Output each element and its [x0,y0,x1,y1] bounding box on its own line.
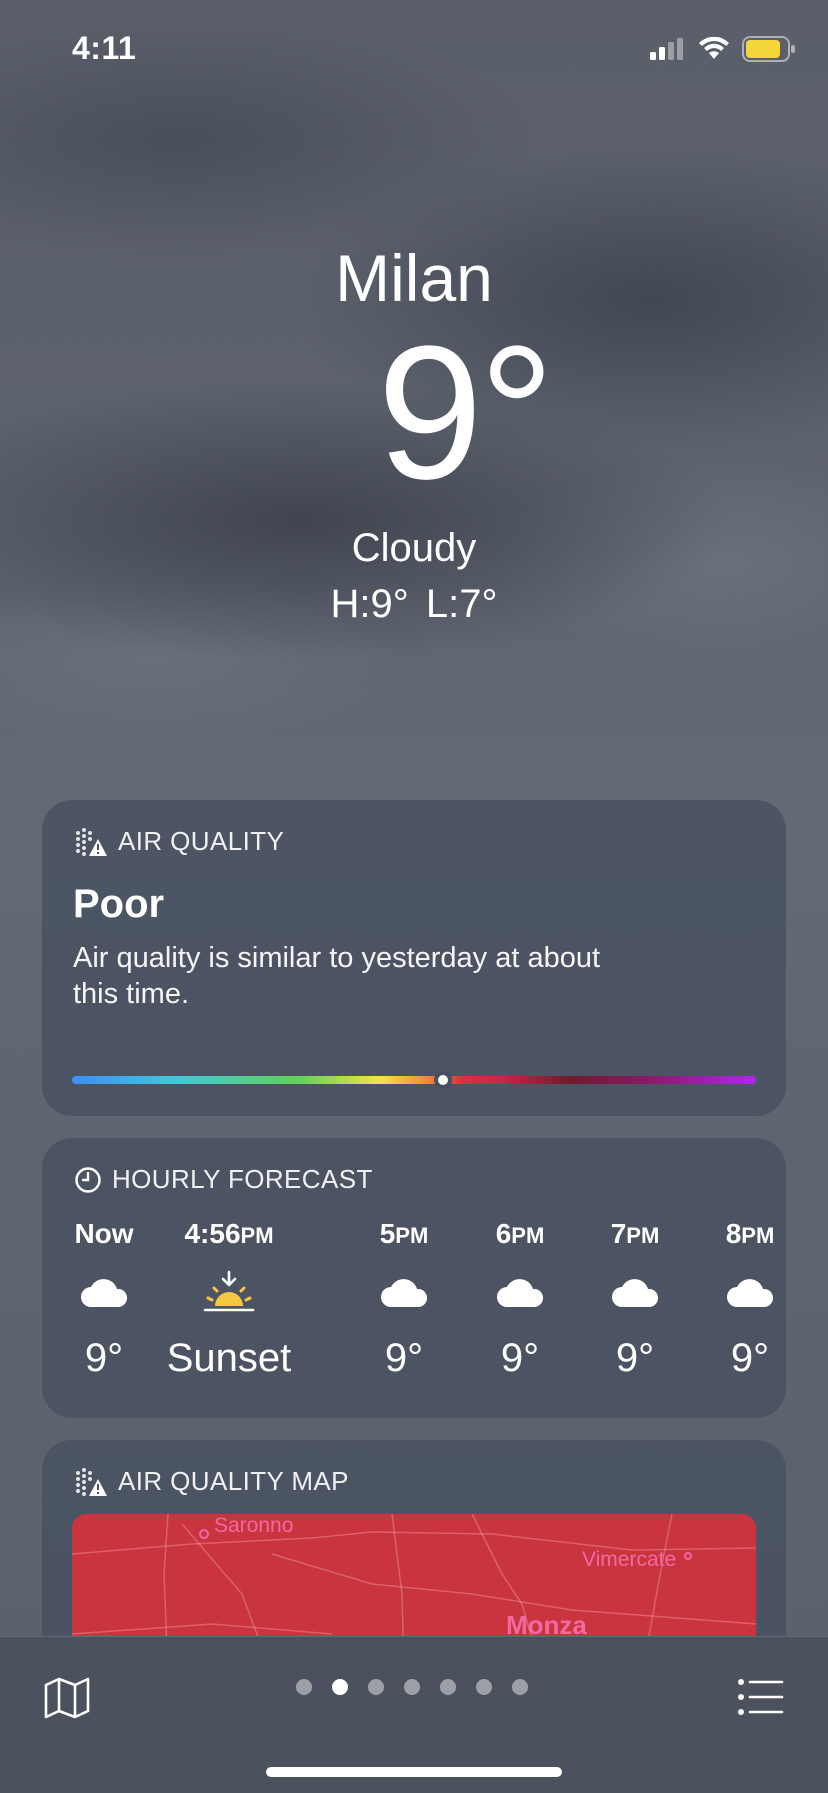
hour-time: 5PM [379,1218,429,1249]
hour-temp: 9° [615,1336,655,1380]
air-quality-map-title: AIR QUALITY MAP [118,1466,349,1496]
status-time: 4:11 [72,30,137,66]
hour-time: 4:56PM [184,1218,274,1249]
page-dot[interactable] [512,1679,528,1695]
page-dot-active[interactable] [332,1679,348,1695]
current-temperature: 9° [377,307,555,519]
hour-temp: Sunset [166,1336,292,1380]
wifi-icon [699,37,729,59]
page-dot[interactable] [404,1679,420,1695]
clock-icon [75,1166,101,1193]
air-quality-icon [76,827,107,856]
battery-icon [742,36,795,62]
hour-item-now: Now 9° [54,1218,154,1381]
signal-icon [650,38,683,60]
air-quality-icon [76,1467,107,1496]
hour-item-6pm: 6PM 9° [470,1218,570,1381]
home-indicator[interactable] [266,1767,562,1777]
map-icon[interactable] [44,1677,90,1719]
air-quality-title: AIR QUALITY [118,826,285,856]
page-dot[interactable] [368,1679,384,1695]
hour-temp: 9° [730,1336,770,1380]
condition-text: Cloudy [351,526,477,570]
page-indicator[interactable] [296,1679,528,1695]
hour-temp: 9° [84,1336,124,1380]
cloud-icon [497,1279,544,1307]
city-name: Milan [335,241,493,315]
cloud-icon [612,1279,659,1307]
hourly-forecast-title: HOURLY FORECAST [112,1164,373,1194]
page-dot[interactable] [296,1679,312,1695]
hour-time: 8PM [725,1218,775,1249]
hour-item-7pm: 7PM 9° [585,1218,685,1381]
status-icons [650,36,796,62]
hour-item-5pm: 5PM 9° [354,1218,454,1381]
hour-temp: 9° [384,1336,424,1380]
hour-item-sunset: 4:56PM Sunset [144,1218,314,1381]
map-label-vimercate: Vimercate [582,1548,677,1571]
map-label-saronno: Saronno [214,1514,294,1537]
hour-temp: 9° [500,1336,540,1380]
air-quality-scale [72,1076,756,1084]
air-quality-indicator [434,1071,452,1089]
high-low-temps: H:9° L:7° [330,582,498,626]
air-quality-level: Poor [73,882,165,926]
bottom-toolbar [0,1636,828,1793]
cloud-icon [381,1279,428,1307]
cloud-icon [81,1279,128,1307]
hourly-forecast-header: HOURLY FORECAST [74,1164,373,1195]
hourly-forecast-card[interactable]: HOURLY FORECAST Now 9° 4:56PM Sunset 5PM… [42,1138,786,1418]
page-dot[interactable] [476,1679,492,1695]
hour-time: 6PM [495,1218,545,1249]
air-quality-card[interactable]: AIR QUALITY Poor Air quality is similar … [42,800,786,1116]
hour-item-8pm: 8PM 9° [700,1218,786,1381]
air-quality-header: AIR QUALITY [74,826,284,857]
air-quality-description: Air quality is similar to yesterday at a… [73,942,601,1010]
sunset-icon [203,1270,255,1312]
air-quality-map-header: AIR QUALITY MAP [74,1466,349,1497]
hour-time: 7PM [610,1218,660,1249]
list-icon[interactable] [738,1679,784,1715]
hour-time: Now [74,1218,134,1249]
page-dot[interactable] [440,1679,456,1695]
cloud-icon [727,1279,774,1307]
